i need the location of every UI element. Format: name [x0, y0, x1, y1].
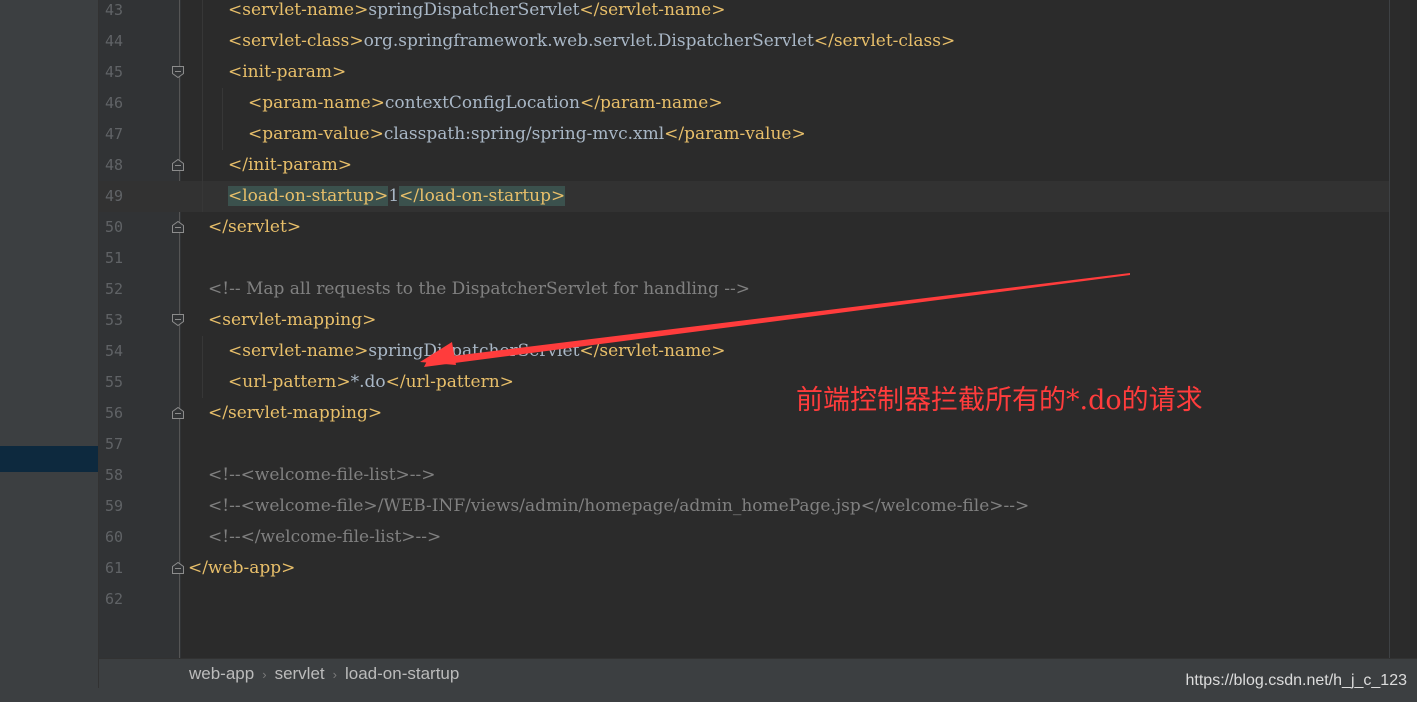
breadcrumb-item-load-on-startup[interactable]: load-on-startup — [345, 664, 459, 683]
watermark: https://blog.csdn.net/h_j_c_123 — [1185, 672, 1408, 689]
breadcrumb: web-app › servlet › load-on-startup — [189, 659, 459, 689]
breadcrumb-separator: › — [262, 667, 267, 682]
breadcrumb-item-servlet[interactable]: servlet — [275, 664, 325, 683]
breadcrumb-item-web-app[interactable]: web-app — [189, 664, 254, 683]
annotation-text: 前端控制器拦截所有的*.do的请求 — [796, 385, 1203, 416]
status-bar — [0, 688, 1417, 702]
annotation-arrow — [420, 273, 1130, 367]
breadcrumb-separator: › — [332, 667, 337, 682]
